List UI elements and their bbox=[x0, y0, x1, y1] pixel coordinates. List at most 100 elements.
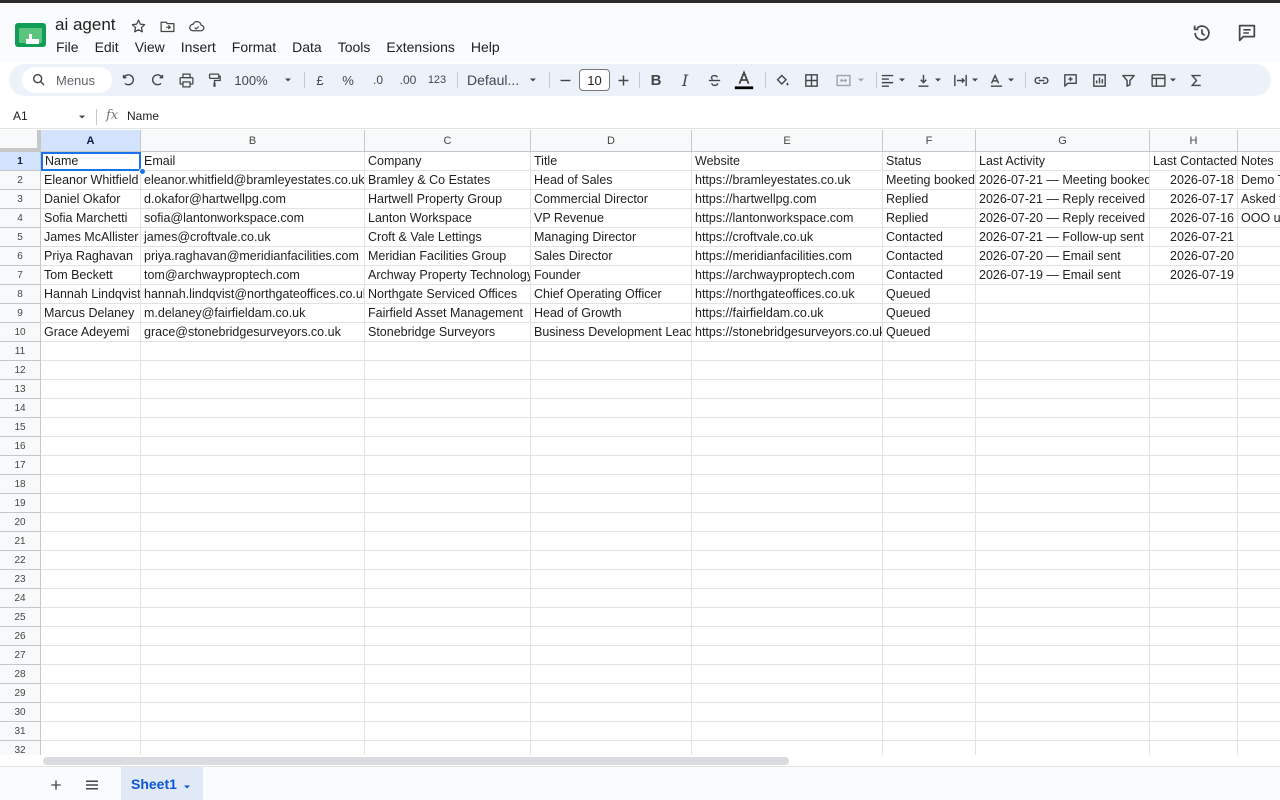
empty-cell[interactable] bbox=[141, 513, 365, 532]
table-cell[interactable] bbox=[1150, 285, 1238, 304]
row-header-10[interactable]: 10 bbox=[0, 323, 41, 342]
row-header-20[interactable]: 20 bbox=[0, 513, 41, 532]
empty-cell[interactable] bbox=[976, 380, 1150, 399]
empty-cell[interactable] bbox=[1238, 703, 1280, 722]
empty-cell[interactable] bbox=[365, 589, 531, 608]
empty-cell[interactable] bbox=[41, 456, 141, 475]
table-cell[interactable]: https://northgateoffices.co.uk bbox=[692, 285, 883, 304]
table-cell[interactable]: Demo T bbox=[1238, 171, 1280, 190]
table-cell[interactable] bbox=[1238, 228, 1280, 247]
spreadsheet-grid[interactable]: A B C D E F G H 1 2 3 4 5 6 7 8 9 10 11 12 13 14 15 16 17 18 19 20 2… bbox=[0, 130, 1280, 755]
empty-cell[interactable] bbox=[692, 361, 883, 380]
empty-cell[interactable] bbox=[883, 627, 976, 646]
empty-cell[interactable] bbox=[692, 703, 883, 722]
empty-cell[interactable] bbox=[692, 380, 883, 399]
empty-cell[interactable] bbox=[365, 684, 531, 703]
empty-cell[interactable] bbox=[883, 703, 976, 722]
table-cell[interactable]: Archway Property Technology bbox=[365, 266, 531, 285]
empty-cell[interactable] bbox=[692, 684, 883, 703]
empty-cell[interactable] bbox=[976, 570, 1150, 589]
row-header-6[interactable]: 6 bbox=[0, 247, 41, 266]
empty-cell[interactable] bbox=[141, 399, 365, 418]
menu-tools[interactable]: Tools bbox=[330, 38, 379, 58]
empty-cell[interactable] bbox=[41, 551, 141, 570]
chevron-down-icon[interactable] bbox=[181, 781, 193, 793]
vertical-align-icon[interactable] bbox=[914, 64, 944, 96]
empty-cell[interactable] bbox=[531, 722, 692, 741]
empty-cell[interactable] bbox=[531, 437, 692, 456]
strikethrough-icon[interactable] bbox=[704, 64, 724, 96]
empty-cell[interactable] bbox=[883, 608, 976, 627]
empty-cell[interactable] bbox=[692, 475, 883, 494]
filter-icon[interactable] bbox=[1118, 64, 1138, 96]
table-cell[interactable]: 2026-07-16 bbox=[1150, 209, 1238, 228]
empty-cell[interactable] bbox=[41, 361, 141, 380]
table-cell[interactable]: james@croftvale.co.uk bbox=[141, 228, 365, 247]
empty-cell[interactable] bbox=[883, 456, 976, 475]
empty-cell[interactable] bbox=[976, 589, 1150, 608]
table-cell[interactable]: hannah.lindqvist@northgateoffices.co.uk bbox=[141, 285, 365, 304]
empty-cell[interactable] bbox=[692, 608, 883, 627]
empty-cell[interactable] bbox=[883, 570, 976, 589]
zoom-select[interactable]: 100% bbox=[233, 64, 295, 96]
empty-cell[interactable] bbox=[883, 494, 976, 513]
redo-icon[interactable] bbox=[147, 64, 167, 96]
table-cell[interactable]: VP Revenue bbox=[531, 209, 692, 228]
menu-insert[interactable]: Insert bbox=[173, 38, 224, 58]
row-header-8[interactable]: 8 bbox=[0, 285, 41, 304]
empty-cell[interactable] bbox=[1238, 418, 1280, 437]
empty-cell[interactable] bbox=[41, 342, 141, 361]
empty-cell[interactable] bbox=[41, 665, 141, 684]
row-header-5[interactable]: 5 bbox=[0, 228, 41, 247]
empty-cell[interactable] bbox=[1150, 646, 1238, 665]
table-cell[interactable]: Croft & Vale Lettings bbox=[365, 228, 531, 247]
table-cell[interactable]: https://bramleyestates.co.uk bbox=[692, 171, 883, 190]
empty-cell[interactable] bbox=[531, 513, 692, 532]
table-cell[interactable] bbox=[976, 285, 1150, 304]
row-header-3[interactable]: 3 bbox=[0, 190, 41, 209]
row-header-11[interactable]: 11 bbox=[0, 342, 41, 361]
empty-cell[interactable] bbox=[1238, 361, 1280, 380]
table-cell[interactable]: https://hartwellpg.com bbox=[692, 190, 883, 209]
row-header-14[interactable]: 14 bbox=[0, 399, 41, 418]
table-cell[interactable]: 2026-07-19 — Email sent bbox=[976, 266, 1150, 285]
empty-cell[interactable] bbox=[692, 513, 883, 532]
empty-cell[interactable] bbox=[883, 589, 976, 608]
table-cell[interactable]: 2026-07-21 — Meeting booked bbox=[976, 171, 1150, 190]
empty-cell[interactable] bbox=[365, 399, 531, 418]
increase-font-size-icon[interactable] bbox=[614, 64, 632, 96]
table-cell[interactable]: Hartwell Property Group bbox=[365, 190, 531, 209]
empty-cell[interactable] bbox=[1150, 570, 1238, 589]
number-format-button[interactable]: 123 bbox=[425, 64, 449, 96]
table-cell[interactable]: Asked f bbox=[1238, 190, 1280, 209]
empty-cell[interactable] bbox=[141, 627, 365, 646]
empty-cell[interactable] bbox=[41, 475, 141, 494]
empty-cell[interactable] bbox=[141, 494, 365, 513]
empty-cell[interactable] bbox=[1238, 551, 1280, 570]
document-title[interactable]: ai agent bbox=[55, 15, 116, 35]
empty-cell[interactable] bbox=[1238, 532, 1280, 551]
text-rotation-icon[interactable] bbox=[987, 64, 1017, 96]
empty-cell[interactable] bbox=[1150, 665, 1238, 684]
empty-cell[interactable] bbox=[531, 494, 692, 513]
empty-cell[interactable] bbox=[883, 342, 976, 361]
table-cell[interactable] bbox=[1238, 266, 1280, 285]
empty-cell[interactable] bbox=[365, 418, 531, 437]
column-header-f[interactable]: F bbox=[883, 130, 976, 152]
empty-cell[interactable] bbox=[141, 551, 365, 570]
empty-cell[interactable] bbox=[531, 380, 692, 399]
column-header-b[interactable]: B bbox=[141, 130, 365, 152]
currency-button[interactable]: £ bbox=[311, 64, 329, 96]
empty-cell[interactable] bbox=[141, 475, 365, 494]
empty-cell[interactable] bbox=[41, 703, 141, 722]
undo-icon[interactable] bbox=[118, 64, 138, 96]
empty-cell[interactable] bbox=[1238, 342, 1280, 361]
header-cell[interactable]: Company bbox=[365, 152, 531, 171]
table-cell[interactable]: Head of Growth bbox=[531, 304, 692, 323]
empty-cell[interactable] bbox=[365, 342, 531, 361]
empty-cell[interactable] bbox=[365, 532, 531, 551]
column-header-e[interactable]: E bbox=[692, 130, 883, 152]
row-header-19[interactable]: 19 bbox=[0, 494, 41, 513]
font-size-input[interactable]: 10 bbox=[579, 69, 610, 91]
empty-cell[interactable] bbox=[692, 722, 883, 741]
